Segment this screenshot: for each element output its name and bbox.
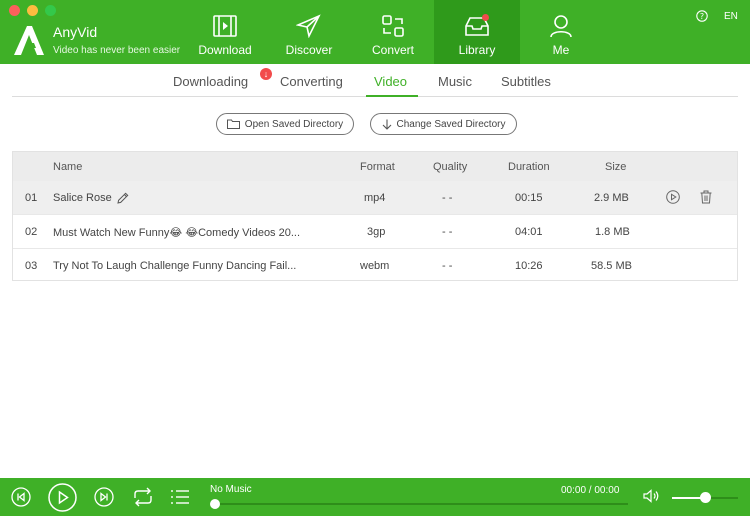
video-table: Name Format Quality Duration Size 01 Sal… <box>12 151 738 281</box>
nav-library-label: Library <box>458 43 496 57</box>
next-track-icon[interactable] <box>94 487 114 507</box>
tab-downloading[interactable]: Downloading <box>173 74 248 89</box>
row-number: 01 <box>25 192 38 204</box>
column-duration[interactable]: Duration <box>508 161 550 173</box>
nav-discover[interactable]: Discover <box>280 0 338 64</box>
table-row[interactable]: 01 Salice Rose mp4 - - 00:15 2.9 MB <box>13 181 737 214</box>
row-number: 02 <box>25 226 38 238</box>
active-tab-underline <box>366 95 418 97</box>
playback-progress-track[interactable] <box>214 503 628 505</box>
library-notification-dot <box>482 14 489 21</box>
trash-icon[interactable] <box>700 190 712 204</box>
language-switch[interactable]: EN <box>724 11 738 22</box>
open-saved-directory-button[interactable]: Open Saved Directory <box>216 113 354 135</box>
volume-slider-knob[interactable] <box>700 492 711 503</box>
edit-pencil-icon[interactable] <box>117 192 129 204</box>
downloading-badge: ↓ <box>260 68 272 80</box>
current-track-title: No Music <box>210 484 252 495</box>
play-circle-icon[interactable] <box>666 190 680 204</box>
arrow-down-icon <box>382 119 391 130</box>
volume-slider-fill <box>672 497 702 499</box>
column-quality[interactable]: Quality <box>433 161 467 173</box>
film-icon <box>213 15 237 37</box>
tab-video[interactable]: Video <box>374 74 407 89</box>
row-duration: 10:26 <box>515 260 543 272</box>
row-format: webm <box>360 260 390 272</box>
change-saved-directory-label: Change Saved Directory <box>396 118 506 130</box>
close-window-button[interactable] <box>9 5 20 16</box>
convert-icon <box>382 15 404 37</box>
row-duration: 04:01 <box>515 226 543 238</box>
window-controls <box>9 5 56 16</box>
column-format[interactable]: Format <box>360 161 395 173</box>
tab-music[interactable]: Music <box>438 74 472 89</box>
nav-me-label: Me <box>552 43 570 57</box>
row-format: 3gp <box>367 226 386 238</box>
table-header: Name Format Quality Duration Size <box>13 152 737 181</box>
column-size[interactable]: Size <box>605 161 626 173</box>
row-name: Must Watch New Funny😂 😂Comedy Videos 20.… <box>53 227 301 239</box>
play-icon[interactable] <box>48 483 77 512</box>
table-row[interactable]: 03 Try Not To Laugh Challenge Funny Danc… <box>13 248 737 281</box>
top-header: AnyVid Video has never been easier Downl… <box>0 0 750 64</box>
tab-subtitles[interactable]: Subtitles <box>501 74 551 89</box>
playback-progress-knob[interactable] <box>210 499 220 509</box>
nav-me[interactable]: Me <box>532 0 590 64</box>
nav-convert[interactable]: Convert <box>364 0 422 64</box>
nav-convert-label: Convert <box>371 43 415 57</box>
anyvid-logo-icon <box>14 26 44 55</box>
music-player-bar: No Music 00:00 / 00:00 <box>0 478 750 516</box>
repeat-icon[interactable] <box>132 487 154 507</box>
row-size: 2.9 MB <box>594 192 629 204</box>
row-format: mp4 <box>364 192 386 204</box>
volume-icon[interactable] <box>643 489 660 503</box>
row-quality: - - <box>442 260 453 272</box>
change-saved-directory-button[interactable]: Change Saved Directory <box>370 113 517 135</box>
row-quality: - - <box>442 192 453 204</box>
user-icon <box>550 15 572 38</box>
playback-time: 00:00 / 00:00 <box>561 485 620 496</box>
app-name: AnyVid <box>53 24 98 40</box>
row-size: 58.5 MB <box>591 260 632 272</box>
svg-text:?: ? <box>700 12 704 21</box>
main-nav: Download Discover Convert Library Me <box>196 0 616 64</box>
row-quality: - - <box>442 226 453 238</box>
nav-download[interactable]: Download <box>196 0 254 64</box>
table-row[interactable]: 02 Must Watch New Funny😂 😂Comedy Videos … <box>13 214 737 247</box>
row-duration: 00:15 <box>515 192 543 204</box>
folder-icon <box>226 119 240 129</box>
help-icon[interactable]: ? <box>696 10 708 22</box>
nav-library[interactable]: Library <box>434 0 520 64</box>
row-size: 1.8 MB <box>595 226 630 238</box>
minimize-window-button[interactable] <box>27 5 38 16</box>
app-tagline: Video has never been easier <box>53 45 181 56</box>
nav-download-label: Download <box>198 43 252 57</box>
column-name[interactable]: Name <box>53 161 82 173</box>
paper-plane-icon <box>296 14 321 38</box>
tab-converting[interactable]: Converting <box>280 74 343 89</box>
row-number: 03 <box>25 260 38 272</box>
library-tabs: Downloading ↓ Converting Video Music Sub… <box>12 64 738 97</box>
row-name: Salice Rose <box>53 192 112 204</box>
playlist-icon[interactable] <box>170 488 190 506</box>
nav-discover-label: Discover <box>285 43 333 57</box>
open-saved-directory-label: Open Saved Directory <box>244 118 344 130</box>
row-name: Try Not To Laugh Challenge Funny Dancing… <box>53 260 297 272</box>
maximize-window-button[interactable] <box>45 5 56 16</box>
previous-track-icon[interactable] <box>11 487 31 507</box>
